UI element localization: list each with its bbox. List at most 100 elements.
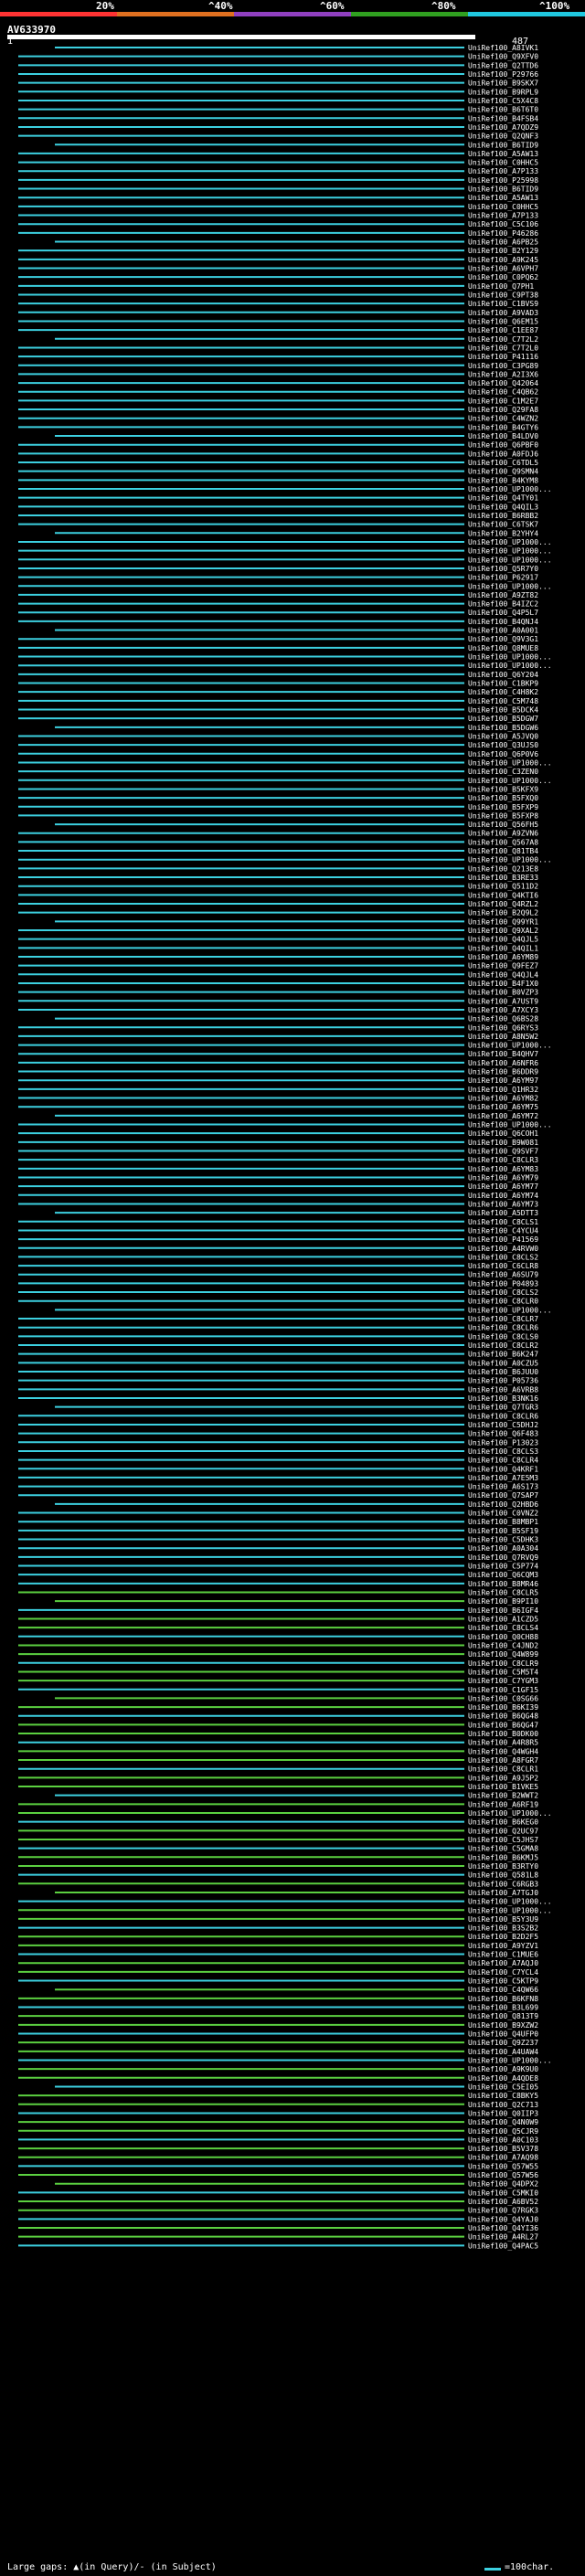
hit-label[interactable]: UniRef100_Q813T9 (468, 2012, 538, 2020)
hit-label[interactable]: UniRef100_A5AW13 (468, 150, 538, 158)
hit-label[interactable]: UniRef100_A9K245 (468, 256, 538, 264)
hit-label[interactable]: UniRef100_C0SG66 (468, 1694, 538, 1702)
hit-label[interactable]: UniRef100_Q2HBD6 (468, 1500, 538, 1509)
hit-label[interactable]: UniRef100_Q5CJR9 (468, 2127, 538, 2136)
hit-label[interactable]: UniRef100_P05736 (468, 1377, 538, 1385)
hit-label[interactable]: UniRef100_Q99YR1 (468, 917, 538, 926)
hit-label[interactable]: UniRef100_UP1000... (468, 1121, 552, 1129)
hit-label[interactable]: UniRef100_Q4KTI6 (468, 891, 538, 899)
hit-label[interactable]: UniRef100_Q6COH1 (468, 1129, 538, 1138)
hit-label[interactable]: UniRef100_B8MR46 (468, 1580, 538, 1588)
hit-label[interactable]: UniRef100_Q4KRF1 (468, 1465, 538, 1473)
hit-label[interactable]: UniRef100_Q57W55 (468, 2162, 538, 2170)
hit-label[interactable]: UniRef100_A2I3X6 (468, 370, 538, 378)
hit-label[interactable]: UniRef100_A7AQ98 (468, 2154, 538, 2162)
hit-label[interactable]: UniRef100_A6PB25 (468, 239, 538, 247)
hit-label[interactable]: UniRef100_C7YCL4 (468, 1968, 538, 1977)
hit-label[interactable]: UniRef100_C5P774 (468, 1563, 538, 1571)
hit-label[interactable]: UniRef100_Q511D2 (468, 883, 538, 891)
hit-label[interactable]: UniRef100_A5JVQ0 (468, 732, 538, 740)
hit-label[interactable]: UniRef100_B4QHV7 (468, 1050, 538, 1058)
hit-label[interactable]: UniRef100_B3L699 (468, 2004, 538, 2012)
hit-label[interactable]: UniRef100_UP1000... (468, 1898, 552, 1906)
hit-label[interactable]: UniRef100_A6S173 (468, 1483, 538, 1491)
hit-label[interactable]: UniRef100_B6IGF4 (468, 1606, 538, 1615)
hit-label[interactable]: UniRef100_Q6PBF0 (468, 441, 538, 450)
hit-label[interactable]: UniRef100_C8CLS4 (468, 1624, 538, 1632)
hit-label[interactable]: UniRef100_B4LDV0 (468, 432, 538, 440)
hit-label[interactable]: UniRef100_Q0CH88 (468, 1633, 538, 1641)
hit-label[interactable]: UniRef100_A0A001 (468, 627, 538, 635)
hit-label[interactable]: UniRef100_C5X4C8 (468, 97, 538, 105)
hit-label[interactable]: UniRef100_A8IVK1 (468, 44, 538, 52)
hit-label[interactable]: UniRef100_A1CZD5 (468, 1615, 538, 1623)
hit-label[interactable]: UniRef100_C4QB62 (468, 388, 538, 397)
hit-label[interactable]: UniRef100_B5DCK4 (468, 706, 538, 715)
hit-label[interactable]: UniRef100_B3RE33 (468, 874, 538, 882)
hit-label[interactable]: UniRef100_Q9SMN4 (468, 468, 538, 476)
hit-label[interactable]: UniRef100_C5M748 (468, 697, 538, 705)
hit-label[interactable]: UniRef100_A6YM83 (468, 1165, 538, 1173)
hit-label[interactable]: UniRef100_A5DTT3 (468, 1209, 538, 1217)
hit-label[interactable]: UniRef100_A4R8R5 (468, 1739, 538, 1747)
hit-label[interactable]: UniRef100_Q2C713 (468, 2101, 538, 2109)
hit-label[interactable]: UniRef100_C8CLS3 (468, 1447, 538, 1456)
hit-label[interactable]: UniRef100_C1GF15 (468, 1686, 538, 1694)
hit-label[interactable]: UniRef100_B6KFN8 (468, 1995, 538, 2003)
hit-label[interactable]: UniRef100_Q7RVQ9 (468, 1553, 538, 1562)
hit-label[interactable]: UniRef100_A6YM89 (468, 953, 538, 961)
hit-label[interactable]: UniRef100_C8CLR0 (468, 1298, 538, 1306)
hit-label[interactable]: UniRef100_C8CLS0 (468, 1332, 538, 1341)
hit-label[interactable]: UniRef100_P29766 (468, 70, 538, 79)
hit-label[interactable]: UniRef100_C8CLR9 (468, 1659, 538, 1668)
hit-label[interactable]: UniRef100_B9RPL9 (468, 88, 538, 96)
hit-label[interactable]: UniRef100_C5DHJ2 (468, 1421, 538, 1429)
hit-label[interactable]: UniRef100_C6TDL5 (468, 459, 538, 467)
hit-label[interactable]: UniRef100_B5DGW7 (468, 715, 538, 723)
hit-label[interactable]: UniRef100_B2YHY4 (468, 529, 538, 537)
hit-label[interactable]: UniRef100_B2D2F5 (468, 1933, 538, 1941)
hit-label[interactable]: UniRef100_A6RF19 (468, 1800, 538, 1808)
hit-label[interactable]: UniRef100_UP1000... (468, 1809, 552, 1818)
hit-label[interactable]: UniRef100_Q4P5L7 (468, 609, 538, 617)
hit-label[interactable]: UniRef100_C1EE87 (468, 326, 538, 334)
hit-label[interactable]: UniRef100_B6KEG0 (468, 1818, 538, 1827)
hit-label[interactable]: UniRef100_Q57W56 (468, 2171, 538, 2179)
hit-label[interactable]: UniRef100_B4QNJ4 (468, 618, 538, 626)
hit-label[interactable]: UniRef100_C4WZN2 (468, 415, 538, 423)
hit-label[interactable]: UniRef100_Q2QNF3 (468, 133, 538, 141)
hit-label[interactable]: UniRef100_B6RBB2 (468, 512, 538, 520)
hit-label[interactable]: UniRef100_B5DGW6 (468, 724, 538, 732)
hit-label[interactable]: UniRef100_Q567A8 (468, 838, 538, 846)
hit-label[interactable]: UniRef100_C4QW66 (468, 1986, 538, 1994)
hit-label[interactable]: UniRef100_UP1000... (468, 662, 552, 670)
hit-label[interactable]: UniRef100_Q0IIP3 (468, 2109, 538, 2117)
hit-label[interactable]: UniRef100_Q2UC97 (468, 1827, 538, 1835)
hit-label[interactable]: UniRef100_Q4RZL2 (468, 900, 538, 908)
hit-label[interactable]: UniRef100_Q7TGR3 (468, 1404, 538, 1412)
hit-label[interactable]: UniRef100_Q1HR32 (468, 1086, 538, 1094)
hit-label[interactable]: UniRef100_Q4W899 (468, 1650, 538, 1659)
hit-label[interactable]: UniRef100_Q29FA8 (468, 406, 538, 414)
hit-label[interactable]: UniRef100_B9SKX7 (468, 80, 538, 88)
hit-label[interactable]: UniRef100_A6NFR6 (468, 1059, 538, 1067)
hit-label[interactable]: UniRef100_C8CLR3 (468, 1156, 538, 1164)
hit-label[interactable]: UniRef100_A0CZU5 (468, 1359, 538, 1367)
hit-label[interactable]: UniRef100_A6YM82 (468, 1095, 538, 1103)
hit-label[interactable]: UniRef100_P41569 (468, 1235, 538, 1244)
hit-label[interactable]: UniRef100_Q7PH1 (468, 282, 534, 291)
hit-label[interactable]: UniRef100_A6YM97 (468, 1076, 538, 1085)
hit-label[interactable]: UniRef100_A9YZV1 (468, 1942, 538, 1950)
hit-label[interactable]: UniRef100_A9J5P2 (468, 1774, 538, 1782)
hit-label[interactable]: UniRef100_Q9XAL2 (468, 927, 538, 935)
hit-label[interactable]: UniRef100_C8CLR2 (468, 1341, 538, 1350)
hit-label[interactable]: UniRef100_A9VAD3 (468, 309, 538, 317)
hit-label[interactable]: UniRef100_P04893 (468, 1279, 538, 1288)
hit-label[interactable]: UniRef100_Q7RGK3 (468, 2207, 538, 2215)
hit-label[interactable]: UniRef100_B4KYM8 (468, 476, 538, 484)
hit-label[interactable]: UniRef100_Q9SVF7 (468, 1148, 538, 1156)
hit-label[interactable]: UniRef100_A7E5M3 (468, 1474, 538, 1482)
hit-label[interactable]: UniRef100_Q6RYS3 (468, 1023, 538, 1032)
hit-label[interactable]: UniRef100_C5C106 (468, 220, 538, 228)
hit-label[interactable]: UniRef100_B3NK16 (468, 1394, 538, 1403)
